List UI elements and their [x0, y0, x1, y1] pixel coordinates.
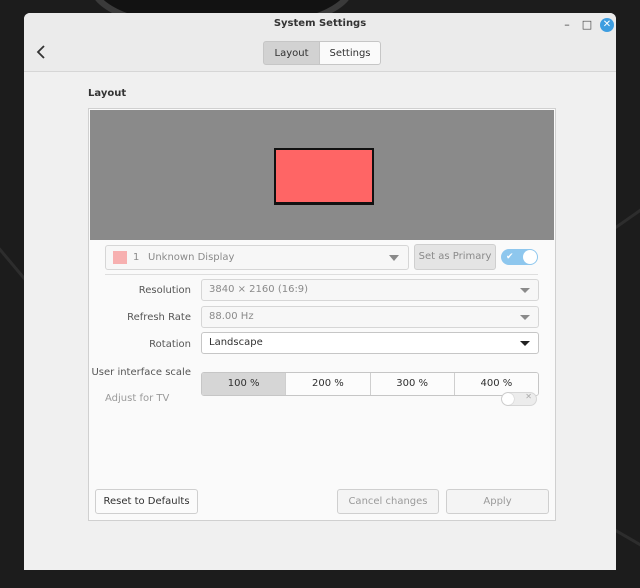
- reset-to-defaults-button[interactable]: Reset to Defaults: [95, 489, 198, 514]
- minimize-button[interactable]: –: [560, 18, 574, 32]
- adjust-for-tv-label: Adjust for TV: [105, 393, 170, 404]
- scale-option-200[interactable]: 200 %: [285, 373, 370, 395]
- monitor-tile[interactable]: [274, 148, 374, 205]
- back-button[interactable]: [34, 43, 50, 61]
- section-title: Layout: [88, 88, 127, 99]
- rotation-select[interactable]: Landscape: [201, 332, 539, 354]
- layout-panel: 1 Unknown Display Set as Primary ✔ Resol…: [88, 108, 556, 521]
- rotation-label: Rotation: [149, 339, 191, 350]
- rotation-value: Landscape: [209, 337, 263, 348]
- titlebar: System Settings – □ ✕ Layout Settings: [24, 13, 616, 72]
- resolution-select[interactable]: 3840 × 2160 (16:9): [201, 279, 539, 301]
- chevron-left-icon: [36, 45, 45, 59]
- maximize-button[interactable]: □: [580, 18, 594, 32]
- display-number: 1: [133, 252, 140, 263]
- refresh-rate-select[interactable]: 88.00 Hz: [201, 306, 539, 328]
- scale-label: User interface scale: [91, 367, 191, 378]
- refresh-rate-label: Refresh Rate: [127, 312, 191, 323]
- dropdown-arrow-icon: [520, 315, 530, 320]
- check-icon: ✔: [506, 252, 514, 262]
- tab-layout[interactable]: Layout: [263, 41, 320, 65]
- dropdown-arrow-icon: [389, 255, 399, 261]
- refresh-rate-value: 88.00 Hz: [209, 311, 254, 322]
- window-title: System Settings: [273, 18, 367, 29]
- x-icon: ✕: [525, 392, 532, 401]
- close-button[interactable]: ✕: [600, 18, 614, 32]
- display-color-swatch: [113, 251, 127, 264]
- resolution-label: Resolution: [138, 285, 191, 296]
- display-enable-toggle[interactable]: ✔: [501, 249, 538, 265]
- cancel-changes-button[interactable]: Cancel changes: [337, 489, 439, 514]
- settings-window: System Settings – □ ✕ Layout Settings La…: [24, 13, 616, 570]
- set-as-primary-button[interactable]: Set as Primary: [414, 244, 496, 270]
- adjust-for-tv-toggle[interactable]: ✕: [501, 392, 537, 406]
- dropdown-arrow-icon: [520, 288, 530, 293]
- dropdown-arrow-icon: [520, 341, 530, 346]
- scale-option-100[interactable]: 100 %: [202, 373, 286, 395]
- tab-settings[interactable]: Settings: [319, 41, 381, 65]
- apply-button[interactable]: Apply: [446, 489, 549, 514]
- scale-option-300[interactable]: 300 %: [369, 373, 454, 395]
- scale-selector: 100 % 200 % 300 % 400 %: [201, 372, 539, 396]
- toggle-knob: [502, 393, 514, 405]
- monitor-arrangement-area: [90, 110, 554, 240]
- divider: [105, 274, 538, 275]
- resolution-value: 3840 × 2160 (16:9): [209, 284, 309, 295]
- toggle-knob: [523, 250, 537, 264]
- display-name: Unknown Display: [148, 252, 235, 263]
- display-selector[interactable]: 1 Unknown Display: [105, 245, 409, 270]
